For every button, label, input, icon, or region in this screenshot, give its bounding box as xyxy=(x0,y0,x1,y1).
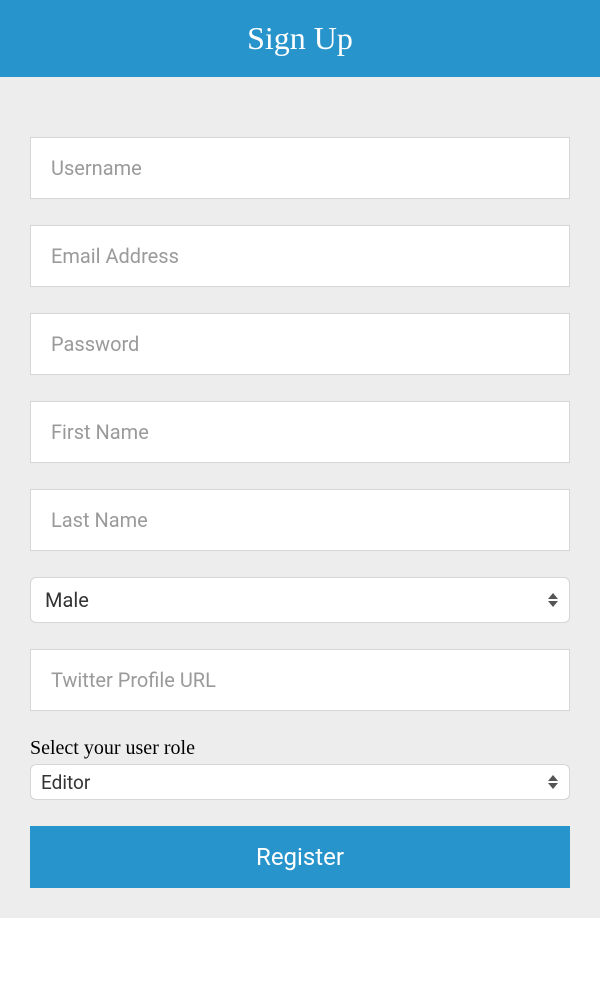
gender-select[interactable]: Male xyxy=(30,577,570,623)
username-input[interactable] xyxy=(30,137,570,199)
username-group xyxy=(30,137,570,199)
gender-group: Male xyxy=(30,577,570,623)
form-header: Sign Up xyxy=(0,0,600,77)
register-button[interactable]: Register xyxy=(30,826,570,888)
lastname-group xyxy=(30,489,570,551)
submit-group: Register xyxy=(30,826,570,888)
twitter-input[interactable] xyxy=(30,649,570,711)
email-input[interactable] xyxy=(30,225,570,287)
lastname-input[interactable] xyxy=(30,489,570,551)
role-group: Select your user role Editor xyxy=(30,737,570,800)
twitter-group xyxy=(30,649,570,711)
firstname-group xyxy=(30,401,570,463)
password-group xyxy=(30,313,570,375)
password-input[interactable] xyxy=(30,313,570,375)
role-select[interactable]: Editor xyxy=(30,764,570,800)
role-label: Select your user role xyxy=(30,737,570,760)
email-group xyxy=(30,225,570,287)
form-title: Sign Up xyxy=(247,20,353,56)
signup-form: Male Select your user role Editor Regist… xyxy=(0,77,600,918)
firstname-input[interactable] xyxy=(30,401,570,463)
